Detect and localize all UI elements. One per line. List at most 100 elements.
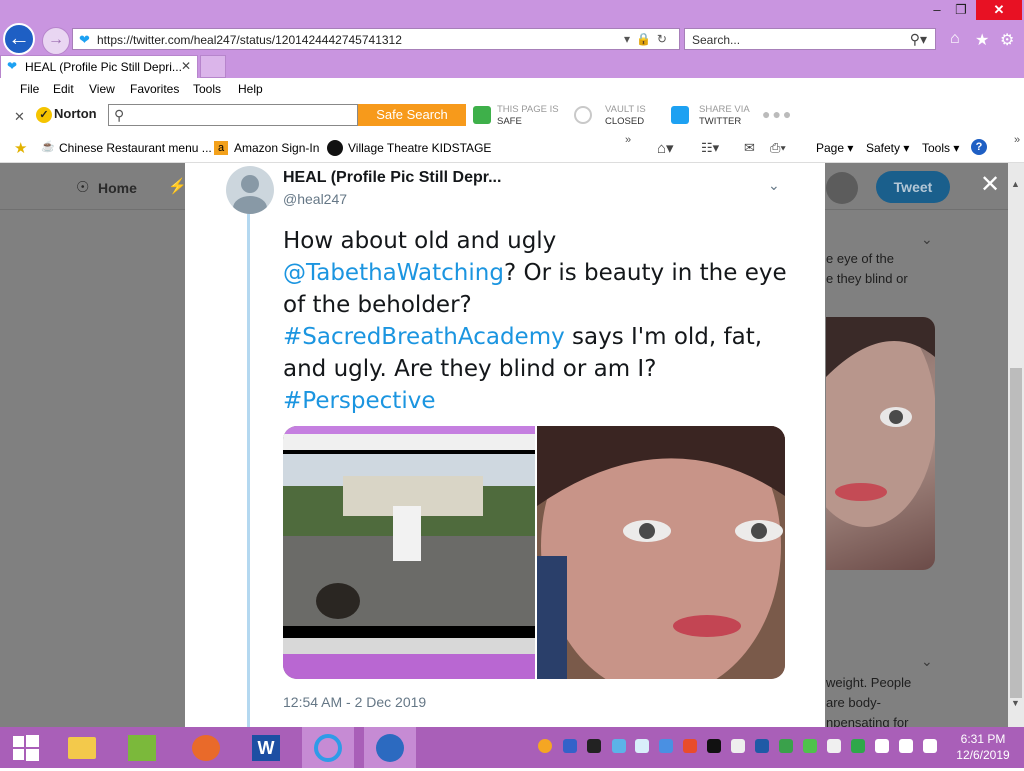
tray-icon[interactable] xyxy=(612,739,626,753)
tweet-button[interactable]: Tweet xyxy=(876,171,950,203)
tweet-photo-video-screenshot[interactable] xyxy=(283,426,535,679)
settings-gear-icon[interactable]: ⚙ xyxy=(1000,30,1014,50)
address-tools-icon[interactable]: ▾🔒↻ xyxy=(624,32,673,46)
home-icon[interactable]: ⌂▾ xyxy=(657,139,674,157)
favorites-star-icon[interactable]: ★ xyxy=(975,30,989,50)
tray-icon[interactable] xyxy=(563,739,577,753)
twitter-bird-icon: ❤ xyxy=(79,32,90,47)
background-tweet-photo[interactable] xyxy=(826,317,935,570)
favorite-amazon[interactable]: Amazon Sign-In xyxy=(234,141,319,155)
vault-status[interactable]: VAULT IS CLOSED xyxy=(605,104,646,128)
close-modal-icon[interactable]: ✕ xyxy=(980,173,1000,197)
scrollbar-thumb[interactable] xyxy=(1010,368,1022,698)
start-button[interactable] xyxy=(0,727,52,768)
search-icon[interactable]: ⚲▾ xyxy=(910,31,927,48)
maximize-button[interactable]: ❐ xyxy=(950,0,972,20)
share-twitter-status[interactable]: SHARE VIA TWITTER xyxy=(699,104,750,128)
back-button[interactable]: ← xyxy=(3,23,35,55)
tweet-timestamp[interactable]: 12:54 AM - 2 Dec 2019 xyxy=(283,694,426,710)
more-options-icon[interactable]: ●●● xyxy=(762,106,793,122)
volume-icon[interactable] xyxy=(923,739,937,753)
chevron-down-icon[interactable]: ⌄ xyxy=(921,231,933,248)
tools-menu[interactable]: Tools ▾ xyxy=(922,141,959,155)
menu-file[interactable]: File xyxy=(20,82,39,96)
tray-icon[interactable] xyxy=(779,739,793,753)
tray-icon[interactable] xyxy=(659,739,673,753)
file-explorer-button[interactable] xyxy=(56,727,108,768)
internet-explorer-button[interactable] xyxy=(302,727,354,768)
moments-bolt-icon[interactable]: ⚡ xyxy=(168,177,187,195)
search-box[interactable]: Search... ⚲▾ xyxy=(684,28,936,50)
more-commands-chevron-icon[interactable]: » xyxy=(1014,134,1020,146)
tray-icon[interactable] xyxy=(851,739,865,753)
tray-icon[interactable] xyxy=(587,739,601,753)
menu-help[interactable]: Help xyxy=(238,82,263,96)
thunderbird-button[interactable] xyxy=(364,727,416,768)
menu-tools[interactable]: Tools xyxy=(193,82,221,96)
vertical-scrollbar[interactable]: ▲ ▼ xyxy=(1008,163,1024,727)
twitter-bird-icon: ❤ xyxy=(7,59,18,73)
print-icon[interactable]: ⎙▾ xyxy=(770,140,786,156)
favorite-chinese-restaurant[interactable]: Chinese Restaurant menu ... xyxy=(59,141,212,155)
mention-link[interactable]: @TabethaWatching xyxy=(283,260,504,286)
status2-bottom: CLOSED xyxy=(605,116,645,127)
app-button-firefox[interactable] xyxy=(180,727,232,768)
tab-title: HEAL (Profile Pic Still Depri... xyxy=(25,60,182,74)
home-nav-link[interactable]: Home xyxy=(98,180,137,196)
close-tab-icon[interactable]: ✕ xyxy=(181,59,191,73)
favorite-village-theatre[interactable]: Village Theatre KIDSTAGE xyxy=(348,141,491,155)
tray-icon[interactable] xyxy=(683,739,697,753)
help-icon[interactable]: ? xyxy=(971,139,987,155)
background-tweet-text: npensating for xyxy=(826,715,909,727)
feeds-icon[interactable]: ☷▾ xyxy=(701,140,719,156)
flag-icon[interactable] xyxy=(875,739,889,753)
vault-icon xyxy=(574,106,592,124)
network-icon[interactable] xyxy=(899,739,913,753)
page-menu[interactable]: Page ▾ xyxy=(816,141,853,155)
tray-icon[interactable] xyxy=(707,739,721,753)
tab-active[interactable]: ❤ HEAL (Profile Pic Still Depri... ✕ xyxy=(0,55,198,78)
close-window-button[interactable]: ✕ xyxy=(976,0,1022,20)
address-bar[interactable]: ❤ https://twitter.com/heal247/status/120… xyxy=(72,28,680,50)
close-toolbar-icon[interactable]: ✕ xyxy=(14,109,25,125)
forward-button[interactable]: → xyxy=(42,27,70,55)
menu-view[interactable]: View xyxy=(89,82,115,96)
menu-bar: File Edit View Favorites Tools Help xyxy=(0,78,1024,100)
menu-edit[interactable]: Edit xyxy=(53,82,74,96)
author-display-name[interactable]: HEAL (Profile Pic Still Depr... xyxy=(283,169,501,187)
minimize-button[interactable]: – xyxy=(926,0,948,20)
author-avatar[interactable] xyxy=(226,166,274,214)
safe-search-button[interactable]: Safe Search xyxy=(358,104,466,126)
new-tab-button[interactable] xyxy=(200,55,226,78)
page-safe-status[interactable]: THIS PAGE IS SAFE xyxy=(497,104,559,128)
word-button[interactable]: W xyxy=(240,727,292,768)
user-avatar[interactable] xyxy=(826,172,858,204)
chevron-down-icon[interactable]: ⌄ xyxy=(921,653,933,670)
add-favorite-star-icon[interactable]: ★ xyxy=(14,139,27,157)
scroll-down-icon[interactable]: ▼ xyxy=(1011,698,1020,708)
tray-icon[interactable] xyxy=(827,739,841,753)
safety-menu[interactable]: Safety ▾ xyxy=(866,141,909,155)
tray-icon[interactable] xyxy=(731,739,745,753)
norton-check-icon: ✓ xyxy=(36,107,52,123)
search-placeholder: Search... xyxy=(692,33,741,47)
hashtag-link[interactable]: #Perspective xyxy=(283,388,435,414)
system-clock[interactable]: 6:31 PM 12/6/2019 xyxy=(953,731,1013,763)
home-icon[interactable]: ⌂ xyxy=(950,30,960,48)
menu-favorites[interactable]: Favorites xyxy=(130,82,179,96)
bluetooth-icon[interactable] xyxy=(755,739,769,753)
ie-icon xyxy=(314,734,342,762)
tray-icon[interactable] xyxy=(538,739,552,753)
tray-icon[interactable] xyxy=(803,739,817,753)
tray-icon[interactable] xyxy=(635,739,649,753)
read-mail-icon[interactable]: ✉ xyxy=(744,140,755,156)
status1-bottom: SAFE xyxy=(497,116,522,127)
app-button-4[interactable] xyxy=(116,727,168,768)
tweet-menu-chevron-icon[interactable]: ⌄ xyxy=(768,177,780,194)
scroll-up-icon[interactable]: ▲ xyxy=(1011,179,1020,189)
more-favorites-chevron-icon[interactable]: » xyxy=(625,134,631,146)
tweet-photo-selfie[interactable] xyxy=(537,426,785,679)
norton-search-input[interactable]: ⚲ xyxy=(108,104,358,126)
hashtag-link[interactable]: #SacredBreathAcademy xyxy=(283,324,565,350)
author-handle[interactable]: @heal247 xyxy=(283,191,347,207)
